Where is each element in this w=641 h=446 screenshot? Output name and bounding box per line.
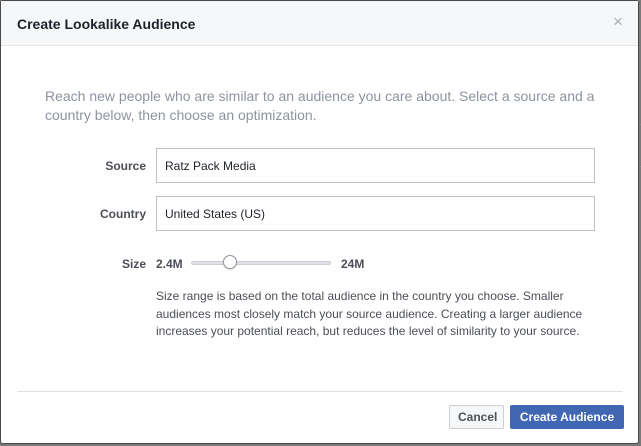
size-label: Size [121, 257, 146, 271]
country-label: Country [100, 207, 146, 221]
close-icon[interactable]: × [610, 13, 626, 30]
create-audience-button[interactable]: Create Audience [510, 405, 624, 429]
footer-divider [17, 391, 623, 392]
dialog-title: Create Lookalike Audience [17, 16, 196, 32]
size-slider-handle[interactable] [222, 255, 237, 269]
size-help-text: Size range is based on the total audienc… [156, 289, 583, 338]
size-min-label: 2.4M [156, 257, 183, 271]
size-slider-track[interactable] [191, 261, 331, 265]
lookalike-audience-dialog: Create Lookalike Audience × Reach new pe… [0, 0, 639, 444]
source-label: Source [105, 159, 146, 173]
dialog-header: Create Lookalike Audience × [1, 1, 638, 46]
cancel-button[interactable]: Cancel [449, 405, 504, 429]
source-input[interactable] [156, 148, 595, 183]
intro-text: Reach new people who are similar to an a… [45, 88, 595, 123]
country-input[interactable] [156, 196, 595, 231]
size-max-label: 24M [341, 257, 365, 271]
